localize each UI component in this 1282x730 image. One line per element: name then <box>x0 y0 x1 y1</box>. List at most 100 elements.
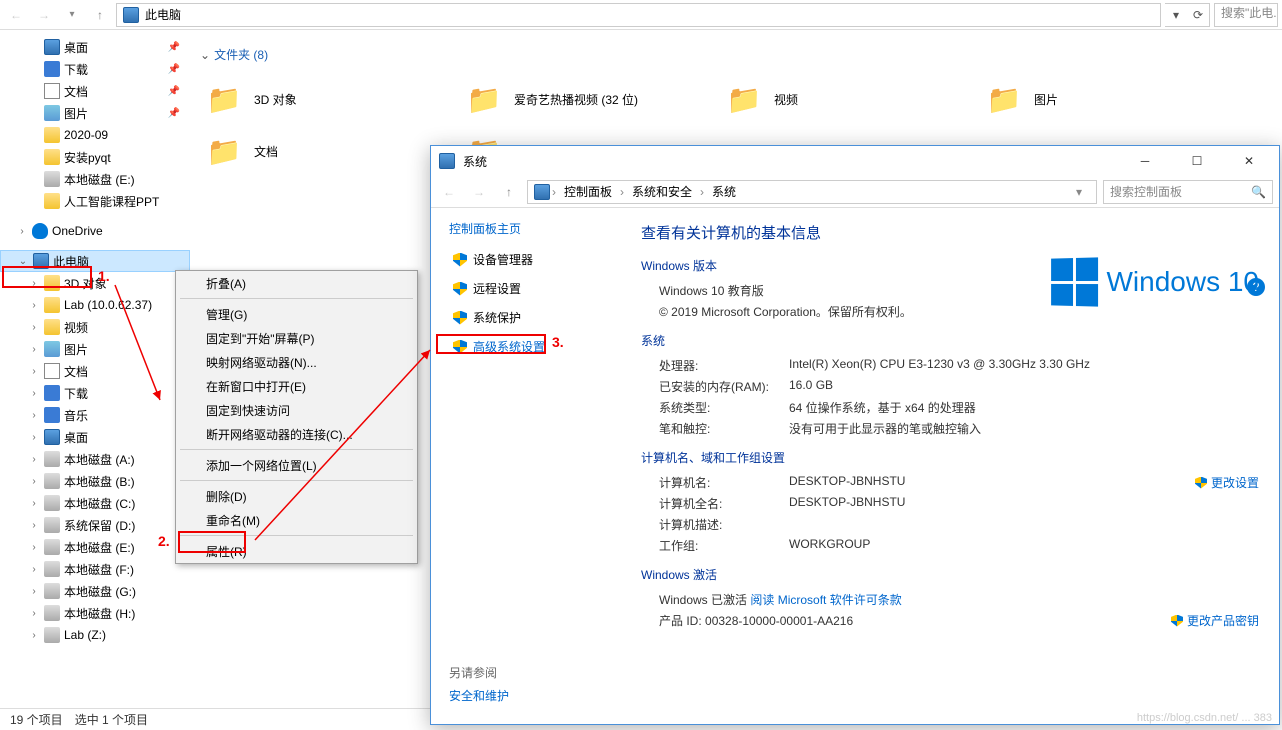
context-menu-item[interactable]: 固定到"开始"屏幕(P) <box>176 326 417 350</box>
breadcrumb-item[interactable]: 控制面板 <box>558 183 618 200</box>
tree-item[interactable]: ›本地磁盘 (H:) <box>0 602 190 624</box>
system-address-bar: ← → ↑ › 控制面板 › 系统和安全 › 系统 ▾ 搜索控制面板 🔍 <box>431 176 1279 208</box>
nav-recent-dropdown[interactable]: ▾ <box>60 3 84 27</box>
folder-icon: 📁 <box>464 79 504 119</box>
nav-back-button[interactable]: ← <box>437 180 461 204</box>
system-window-title: 系统 <box>463 153 487 170</box>
refresh-icon[interactable]: ⟳ <box>1187 8 1209 22</box>
folder-item[interactable]: 📁文档 <box>200 125 460 177</box>
context-menu-item[interactable]: 添加一个网络位置(L) <box>176 453 417 477</box>
shield-icon <box>453 311 467 325</box>
license-terms-link[interactable]: 阅读 Microsoft 软件许可条款 <box>750 593 901 607</box>
breadcrumb-item[interactable]: 系统和安全 <box>626 183 698 200</box>
search-icon[interactable]: 🔍 <box>1251 185 1266 199</box>
control-panel-sidebar: 控制面板主页 设备管理器远程设置系统保护高级系统设置 另请参阅 安全和维护 <box>431 208 621 724</box>
shield-icon <box>453 253 467 267</box>
explorer-search-input[interactable]: 搜索"此电... <box>1214 3 1278 27</box>
tree-item[interactable]: ›本地磁盘 (C:) <box>0 492 190 514</box>
pin-icon: 📌 <box>168 86 180 97</box>
folder-item[interactable]: 📁图片 <box>980 73 1240 125</box>
pin-icon: 📌 <box>168 42 180 53</box>
system-info-content: ? 查看有关计算机的基本信息 Windows 版本 Windows 10 教育版… <box>621 208 1279 724</box>
maximize-button[interactable]: ☐ <box>1175 147 1219 175</box>
tree-downloads[interactable]: 下载📌 <box>0 58 190 80</box>
system-properties-window: 系统 ─ ☐ ✕ ← → ↑ › 控制面板 › 系统和安全 › 系统 ▾ 搜索控… <box>430 145 1280 725</box>
tree-folder[interactable]: 2020-09 <box>0 124 190 146</box>
pin-icon: 📌 <box>168 108 180 119</box>
tree-item[interactable]: ›图片 <box>0 338 190 360</box>
change-settings-link[interactable]: 更改设置 <box>1195 474 1259 491</box>
pc-icon <box>534 184 550 200</box>
status-bar: 19 个项目 选中 1 个项目 <box>0 708 430 730</box>
tree-item[interactable]: ›本地磁盘 (A:) <box>0 448 190 470</box>
tree-drive[interactable]: 本地磁盘 (E:) <box>0 168 190 190</box>
watermark: https://blog.csdn.net/ ... 383 <box>1137 712 1272 724</box>
shield-icon <box>453 282 467 296</box>
folders-section-header[interactable]: ⌄文件夹 (8) <box>200 46 1282 63</box>
context-menu-item[interactable]: 断开网络驱动器的连接(C)... <box>176 422 417 446</box>
tree-item[interactable]: ›本地磁盘 (E:) <box>0 536 190 558</box>
tree-item[interactable]: ›视频 <box>0 316 190 338</box>
folder-icon: 📁 <box>204 131 244 171</box>
windows-logo: Windows 10 <box>1050 258 1259 306</box>
change-product-key-link[interactable]: 更改产品密钥 <box>1171 612 1259 629</box>
context-menu-item[interactable]: 固定到快速访问 <box>176 398 417 422</box>
selected-count: 选中 1 个项目 <box>75 711 148 728</box>
control-panel-home-link[interactable]: 控制面板主页 <box>449 220 621 237</box>
pin-icon: 📌 <box>168 64 180 75</box>
tree-documents[interactable]: 文档📌 <box>0 80 190 102</box>
breadcrumb-item[interactable]: 系统 <box>706 183 742 200</box>
nav-forward-button[interactable]: → <box>467 180 491 204</box>
close-button[interactable]: ✕ <box>1227 147 1271 175</box>
folder-icon: 📁 <box>724 79 764 119</box>
context-menu-item[interactable]: 管理(G) <box>176 302 417 326</box>
context-menu-item[interactable]: 折叠(A) <box>176 271 417 295</box>
context-menu-item[interactable]: 映射网络驱动器(N)... <box>176 350 417 374</box>
sidebar-link[interactable]: 设备管理器 <box>449 249 621 270</box>
nav-up-button[interactable]: ↑ <box>497 180 521 204</box>
sidebar-link[interactable]: 高级系统设置 <box>449 336 621 357</box>
tree-item[interactable]: ›Lab (Z:) <box>0 624 190 646</box>
nav-tree: 桌面📌 下载📌 文档📌 图片📌 2020-09 安装pyqt 本地磁盘 (E:)… <box>0 30 190 710</box>
tree-this-pc[interactable]: ⌄此电脑 <box>0 250 190 272</box>
address-dropdown-icon[interactable]: ▾ <box>1165 8 1187 22</box>
address-box[interactable]: 此电脑 <box>116 3 1161 27</box>
tree-item[interactable]: ›本地磁盘 (G:) <box>0 580 190 602</box>
see-also-label: 另请参阅 <box>449 664 509 681</box>
address-text: 此电脑 <box>145 6 181 23</box>
tree-item[interactable]: ›音乐 <box>0 404 190 426</box>
tree-item[interactable]: ›3D 对象 <box>0 272 190 294</box>
sidebar-link[interactable]: 远程设置 <box>449 278 621 299</box>
folder-item[interactable]: 📁3D 对象 <box>200 73 460 125</box>
tree-item[interactable]: ›系统保留 (D:) <box>0 514 190 536</box>
context-menu-item[interactable]: 在新窗口中打开(E) <box>176 374 417 398</box>
tree-item[interactable]: ›下载 <box>0 382 190 404</box>
tree-folder[interactable]: 安装pyqt <box>0 146 190 168</box>
security-maintenance-link[interactable]: 安全和维护 <box>449 689 509 703</box>
nav-forward-button[interactable]: → <box>32 3 56 27</box>
sidebar-link[interactable]: 系统保护 <box>449 307 621 328</box>
tree-item[interactable]: ›本地磁盘 (F:) <box>0 558 190 580</box>
nav-up-button[interactable]: ↑ <box>88 3 112 27</box>
context-menu-item[interactable]: 重命名(M) <box>176 508 417 532</box>
tree-onedrive[interactable]: ›OneDrive <box>0 220 190 242</box>
pc-icon <box>439 153 455 169</box>
cp-search-input[interactable]: 搜索控制面板 <box>1110 183 1182 200</box>
context-menu-item[interactable]: 删除(D) <box>176 484 417 508</box>
tree-item[interactable]: ›Lab (10.0.62.37) <box>0 294 190 316</box>
nav-back-button[interactable]: ← <box>4 3 28 27</box>
tree-item[interactable]: ›本地磁盘 (B:) <box>0 470 190 492</box>
context-menu-item[interactable]: 属性(R) <box>176 539 417 563</box>
folder-icon: 📁 <box>984 79 1024 119</box>
folder-item[interactable]: 📁爱奇艺热播视频 (32 位) <box>460 73 720 125</box>
explorer-address-bar: ← → ▾ ↑ 此电脑 ▾ ⟳ 搜索"此电... <box>0 0 1282 30</box>
folder-icon: 📁 <box>204 79 244 119</box>
minimize-button[interactable]: ─ <box>1123 147 1167 175</box>
tree-item[interactable]: ›文档 <box>0 360 190 382</box>
tree-folder[interactable]: 人工智能课程PPT <box>0 190 190 212</box>
tree-pictures[interactable]: 图片📌 <box>0 102 190 124</box>
system-window-titlebar[interactable]: 系统 ─ ☐ ✕ <box>431 146 1279 176</box>
tree-desktop[interactable]: 桌面📌 <box>0 36 190 58</box>
folder-item[interactable]: 📁视频 <box>720 73 980 125</box>
tree-item[interactable]: ›桌面 <box>0 426 190 448</box>
